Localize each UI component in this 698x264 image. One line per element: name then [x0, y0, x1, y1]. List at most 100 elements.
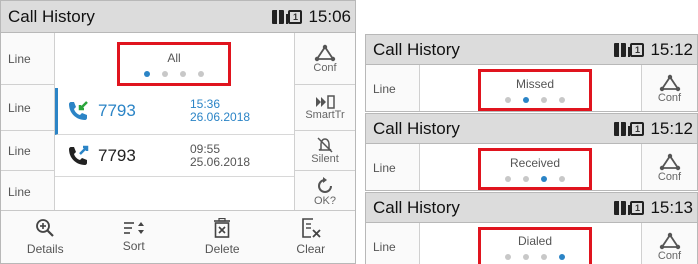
clear-button[interactable]: Clear	[267, 211, 356, 263]
filter-page-dots	[505, 176, 565, 182]
line-label: Line	[373, 239, 396, 254]
phonebook-icon	[614, 121, 627, 136]
delete-button[interactable]: Delete	[178, 211, 267, 263]
line-one-icon: 1	[628, 121, 645, 136]
smart-transfer-button[interactable]: SmartTr	[294, 85, 355, 131]
dialed-call-icon	[58, 144, 98, 168]
conference-button[interactable]: Conf	[641, 144, 697, 190]
silent-icon	[317, 136, 333, 153]
refresh-icon	[318, 176, 332, 193]
call-datetime: 15:36 26.06.2018	[190, 98, 250, 124]
call-list-row[interactable]: 7793 15:36 26.06.2018	[55, 88, 294, 135]
ok-button[interactable]: OK?	[294, 171, 355, 213]
line-button-2[interactable]: Line	[1, 85, 55, 131]
screen-title: Call History	[8, 6, 95, 26]
title-bar: Call History 1 15:12	[366, 35, 697, 65]
conference-button[interactable]: Conf	[294, 33, 355, 85]
missed-call-icon	[58, 99, 98, 123]
clock-time: 15:12	[650, 39, 693, 59]
call-date: 25.06.2018	[190, 154, 251, 169]
sort-button[interactable]: Sort	[90, 211, 179, 263]
page-dot	[523, 176, 529, 182]
filter-selector-missed[interactable]: Missed	[478, 69, 592, 111]
line-button[interactable]: Line	[366, 144, 420, 190]
delete-icon	[214, 218, 231, 238]
conference-button[interactable]: Conf	[641, 65, 697, 111]
phonebook-icon	[272, 9, 285, 24]
call-number: 7793	[98, 145, 136, 165]
line-button-3[interactable]: Line	[1, 131, 55, 171]
page-dot	[505, 97, 511, 103]
page-dot	[523, 254, 529, 260]
screen-title: Call History	[373, 197, 460, 217]
conference-label: Conf	[313, 61, 337, 74]
conference-label: Conf	[657, 249, 682, 262]
line-button-1[interactable]: Line	[1, 33, 55, 85]
received-filter-panel: Call History 1 15:12 Line Received Conf	[365, 113, 698, 191]
conference-label: Conf	[657, 91, 682, 104]
line-one-icon: 1	[628, 42, 645, 57]
clear-label: Clear	[296, 242, 326, 256]
page-dot	[180, 71, 186, 77]
page-dot	[505, 254, 511, 260]
bottom-softkey-bar: Details Sort Delete Clear	[1, 210, 355, 263]
clock-time: 15:06	[308, 6, 351, 26]
call-list-row[interactable]: 7793 09:55 25.06.2018	[55, 135, 294, 177]
filter-selector-received[interactable]: Received	[478, 148, 592, 190]
silent-label: Silent	[311, 152, 339, 165]
status-icons: 1	[614, 121, 645, 136]
sort-icon	[123, 222, 144, 234]
line-button-4[interactable]: Line	[1, 171, 55, 213]
line-button[interactable]: Line	[366, 223, 420, 264]
conference-button[interactable]: Conf	[641, 223, 697, 264]
line-label: Line	[8, 143, 31, 158]
line-label: Line	[8, 100, 31, 115]
filter-label: All	[167, 51, 181, 65]
ok-label: OK?	[313, 194, 336, 207]
phonebook-icon	[614, 42, 627, 57]
line-label: Line	[373, 81, 396, 96]
line-label: Line	[8, 51, 31, 66]
title-bar: Call History 1 15:06	[1, 1, 355, 33]
conference-icon	[659, 232, 680, 249]
zoom-details-icon	[36, 219, 55, 237]
delete-label: Delete	[204, 242, 240, 256]
line-button[interactable]: Line	[366, 65, 420, 111]
phonebook-icon	[614, 200, 627, 215]
clock-time: 15:12	[650, 118, 693, 138]
page-dot	[541, 254, 547, 260]
page-dot	[144, 71, 150, 77]
conference-icon	[659, 74, 680, 91]
status-icons: 1	[614, 42, 645, 57]
filter-selector-dialed[interactable]: Dialed	[478, 227, 592, 264]
line-one-icon: 1	[628, 200, 645, 215]
filter-label: Received	[509, 156, 561, 170]
clock-time: 15:13	[650, 197, 693, 217]
page-dot	[559, 254, 565, 260]
missed-filter-panel: Call History 1 15:12 Line Missed Conf	[365, 34, 698, 112]
page-dot	[559, 97, 565, 103]
call-datetime: 09:55 25.06.2018	[190, 142, 251, 169]
conference-icon	[659, 153, 680, 170]
page-dot	[523, 97, 529, 103]
call-history-main-screen: Call History 1 15:06 Line Line Line Line…	[0, 0, 356, 264]
line-one-icon: 1	[286, 9, 303, 24]
filter-selector-all[interactable]: All	[117, 42, 231, 86]
line-label: Line	[8, 184, 31, 199]
status-icons: 1	[272, 9, 303, 24]
call-number: 7793	[98, 101, 136, 120]
page-dot	[198, 71, 204, 77]
dialed-filter-panel: Call History 1 15:13 Line Dialed Conf	[365, 192, 698, 264]
details-button[interactable]: Details	[1, 211, 90, 263]
details-label: Details	[26, 242, 64, 256]
filter-page-dots	[505, 97, 565, 103]
page-dot	[541, 176, 547, 182]
smart-transfer-icon	[316, 94, 335, 109]
smart-transfer-label: SmartTr	[305, 108, 345, 121]
filter-page-dots	[144, 71, 204, 77]
status-icons: 1	[614, 200, 645, 215]
filter-page-dots	[505, 254, 565, 260]
silent-button[interactable]: Silent	[294, 131, 355, 171]
filter-label: Missed	[515, 77, 554, 91]
sort-label: Sort	[122, 239, 145, 253]
